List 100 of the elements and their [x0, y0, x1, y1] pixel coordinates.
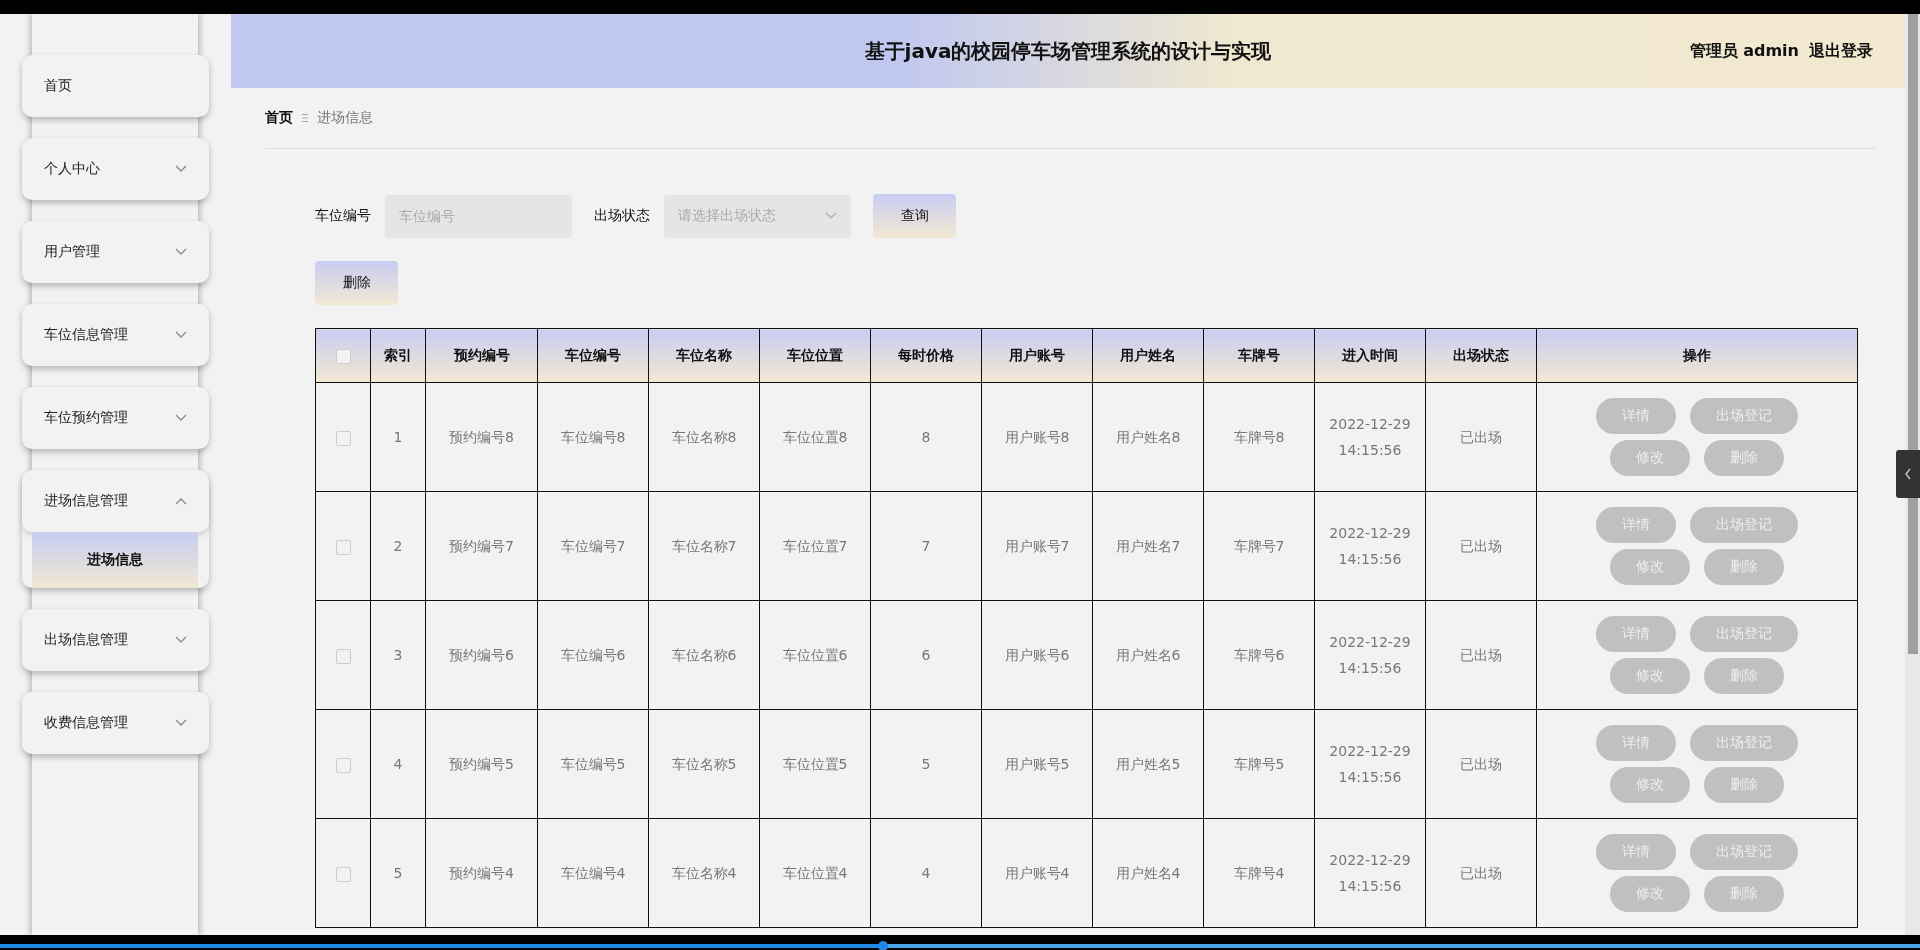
table-cell: 预约编号6	[425, 600, 538, 710]
table-cell: 已出场	[1425, 382, 1537, 492]
menu-label: 用户管理	[44, 243, 100, 261]
table-cell: 车位编号8	[537, 382, 649, 492]
table-cell: 车位编号6	[537, 600, 649, 710]
table-cell: 用户姓名7	[1092, 491, 1204, 601]
table-cell: 2022-12-29 14:15:56	[1314, 382, 1426, 492]
table-cell: 已出场	[1425, 709, 1537, 819]
menu-item[interactable]: 个人中心	[22, 138, 209, 200]
table-cell: 车位位置8	[759, 382, 871, 492]
column-header: 车位名称	[648, 328, 760, 383]
checkbox[interactable]	[335, 757, 351, 773]
table-cell: 车位位置4	[759, 818, 871, 928]
table-cell: 用户姓名6	[1092, 600, 1204, 710]
search-button[interactable]: 查询	[873, 194, 956, 238]
table-cell: 车位名称7	[648, 491, 760, 601]
menu-item[interactable]: 车位预约管理	[22, 387, 209, 449]
filter-label: 出场状态	[594, 207, 650, 225]
menu-label: 车位信息管理	[44, 326, 128, 344]
table-cell: 5	[870, 709, 982, 819]
column-header: 预约编号	[425, 328, 538, 383]
table-cell: 用户账号5	[981, 709, 1093, 819]
table-cell: 用户姓名5	[1092, 709, 1204, 819]
table-cell: 用户账号4	[981, 818, 1093, 928]
table-cell: 车位名称5	[648, 709, 760, 819]
submenu-item[interactable]: 进场信息	[32, 532, 198, 588]
table-cell: 2	[370, 491, 426, 601]
logout-link[interactable]: 退出登录	[1809, 40, 1873, 62]
checkbox[interactable]	[335, 866, 351, 882]
column-header: 车牌号	[1203, 328, 1315, 383]
menu-label: 个人中心	[44, 160, 100, 178]
table-cell: 已出场	[1425, 491, 1537, 601]
table-cell: 车牌号5	[1203, 709, 1315, 819]
column-header: 用户账号	[981, 328, 1093, 383]
menu-item[interactable]: 车位信息管理	[22, 304, 209, 366]
table-cell: 预约编号5	[425, 709, 538, 819]
menu-label: 进场信息管理	[44, 492, 128, 510]
table-cell: 车位位置5	[759, 709, 871, 819]
table-cell: 2022-12-29 14:15:56	[1314, 600, 1426, 710]
column-header: 索引	[370, 328, 426, 383]
separator-icon	[301, 113, 309, 123]
table-cell: 预约编号4	[425, 818, 538, 928]
table-cell: 4	[370, 709, 426, 819]
table-cell: 车位位置6	[759, 600, 871, 710]
scrollbar[interactable]	[1905, 14, 1920, 935]
delete-button[interactable]: 删除	[315, 261, 398, 305]
table-cell: 6	[870, 600, 982, 710]
checkbox[interactable]	[335, 348, 351, 364]
table-cell: 已出场	[1425, 818, 1537, 928]
menu-item[interactable]: 出场信息管理	[22, 609, 209, 671]
table-cell: 7	[870, 491, 982, 601]
menu-item[interactable]: 用户管理	[22, 221, 209, 283]
menu-item[interactable]: 收费信息管理	[22, 692, 209, 754]
table-cell: 用户姓名4	[1092, 818, 1204, 928]
menu-label: 出场信息管理	[44, 631, 128, 649]
column-header: 车位位置	[759, 328, 871, 383]
table-cell: 用户账号7	[981, 491, 1093, 601]
table-cell: 车牌号7	[1203, 491, 1315, 601]
table-cell: 用户账号6	[981, 600, 1093, 710]
column-header: 每时价格	[870, 328, 982, 383]
breadcrumb-link[interactable]: 首页	[265, 109, 293, 127]
menu-item[interactable]: 首页	[22, 55, 209, 117]
filter-label: 车位编号	[315, 207, 371, 225]
select-field[interactable]: 请选择出场状态	[664, 194, 851, 238]
column-header: 出场状态	[1425, 328, 1537, 383]
column-header: 车位编号	[537, 328, 649, 383]
table-cell: 车位名称6	[648, 600, 760, 710]
progress-handle[interactable]	[878, 941, 889, 950]
table-cell: 用户姓名8	[1092, 382, 1204, 492]
table-cell: 车位名称4	[648, 818, 760, 928]
table-cell: 车位名称8	[648, 382, 760, 492]
table-cell: 2022-12-29 14:15:56	[1314, 491, 1426, 601]
menu-label: 首页	[44, 77, 72, 95]
menu-item[interactable]: 进场信息管理 进场信息	[22, 470, 209, 588]
scrollbar-thumb[interactable]	[1908, 14, 1918, 654]
table-cell: 车位编号5	[537, 709, 649, 819]
collapse-handle[interactable]	[1896, 450, 1920, 498]
table-cell: 1	[370, 382, 426, 492]
table-cell: 预约编号7	[425, 491, 538, 601]
table-cell: 4	[870, 818, 982, 928]
table-cell: 车牌号8	[1203, 382, 1315, 492]
search-field[interactable]: 车位编号	[385, 194, 572, 238]
table-cell: 车牌号4	[1203, 818, 1315, 928]
caret-icon	[825, 212, 837, 220]
chevron-icon	[1904, 468, 1912, 480]
checkbox[interactable]	[335, 430, 351, 446]
checkbox[interactable]	[335, 648, 351, 664]
table-cell: 2022-12-29 14:15:56	[1314, 818, 1426, 928]
table-cell: 车位位置7	[759, 491, 871, 601]
table-cell: 2022-12-29 14:15:56	[1314, 709, 1426, 819]
table-cell: 车位编号4	[537, 818, 649, 928]
column-header: 操作	[1536, 328, 1858, 383]
table-cell: 车位编号7	[537, 491, 649, 601]
table-cell: 车牌号6	[1203, 600, 1315, 710]
checkbox[interactable]	[335, 539, 351, 555]
table-cell: 已出场	[1425, 600, 1537, 710]
table-cell: 用户账号8	[981, 382, 1093, 492]
table-cell: 3	[370, 600, 426, 710]
user-name: 管理员 admin	[1689, 40, 1799, 62]
menu-label: 车位预约管理	[44, 409, 128, 427]
